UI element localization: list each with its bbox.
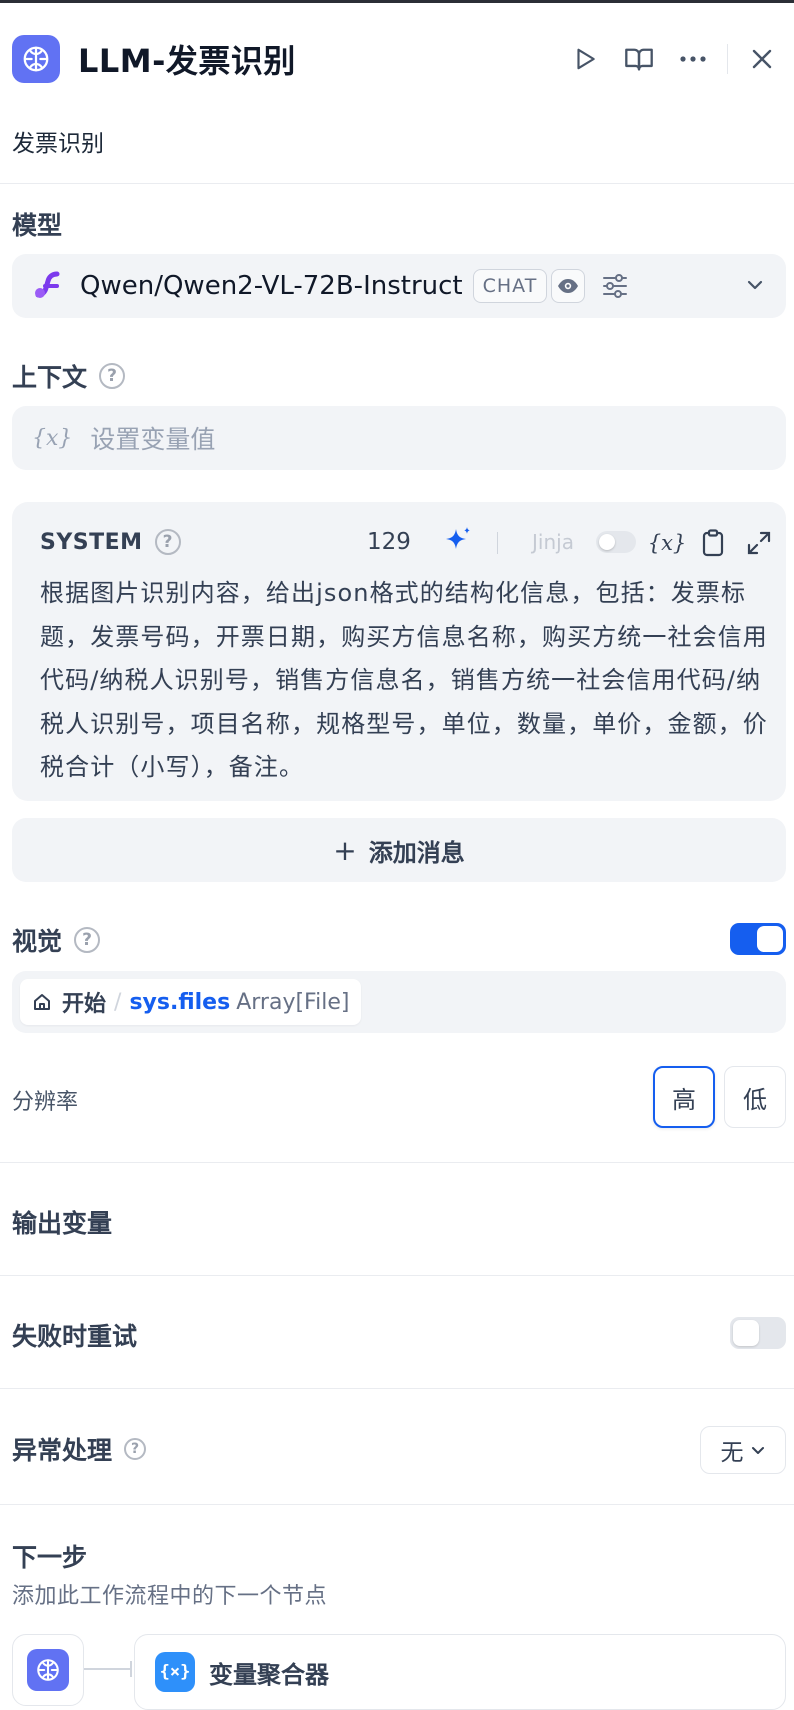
vision-variable-field[interactable]: 开始 / sys.files Array[File] bbox=[12, 971, 786, 1033]
model-params-button[interactable] bbox=[601, 272, 629, 300]
variable-separator: / bbox=[114, 989, 122, 1015]
next-step-subtitle: 添加此工作流程中的下一个节点 bbox=[12, 1584, 328, 1609]
system-prompt-editor: SYSTEM ? 129 Jinja {x} 根据图片识别内容，给出json格式… bbox=[12, 502, 786, 801]
context-placeholder: 设置变量值 bbox=[90, 425, 216, 454]
jinja-toggle[interactable] bbox=[596, 531, 636, 553]
add-message-button[interactable]: + 添加消息 bbox=[12, 818, 786, 882]
system-prompt-text[interactable]: 根据图片识别内容，给出json格式的结构化信息，包括：发票标题，发票号码，开票日… bbox=[40, 572, 770, 790]
next-step-label-text: 下一步 bbox=[12, 1543, 88, 1572]
context-label-text: 上下文 bbox=[12, 363, 88, 392]
chevron-down-icon bbox=[747, 280, 763, 290]
expand-button[interactable] bbox=[742, 526, 776, 560]
output-section-label[interactable]: 输出变量 bbox=[12, 1204, 112, 1240]
more-horizontal-icon bbox=[680, 56, 706, 62]
vision-toggle[interactable] bbox=[730, 923, 786, 955]
current-node-block bbox=[12, 1634, 84, 1706]
error-handling-section-label: 异常处理 ? bbox=[12, 1431, 147, 1467]
variable-aggregator-icon: {×} bbox=[155, 1652, 195, 1692]
run-button[interactable] bbox=[565, 39, 605, 79]
toggle-knob bbox=[757, 926, 783, 952]
sparkle-icon bbox=[446, 527, 470, 549]
play-icon bbox=[577, 48, 595, 70]
jinja-label: Jinja bbox=[532, 530, 574, 554]
model-selector[interactable]: Qwen/Qwen2-VL-72B-Instruct CHAT bbox=[12, 254, 786, 318]
toggle-knob bbox=[599, 534, 615, 550]
next-step-section-label: 下一步 bbox=[12, 1538, 87, 1574]
expand-icon bbox=[747, 531, 771, 555]
sliders-icon bbox=[603, 274, 628, 298]
plus-icon: + bbox=[333, 833, 357, 867]
insert-variable-button[interactable]: {x} bbox=[647, 526, 687, 560]
variable-icon: {x} bbox=[647, 531, 687, 555]
header-divider bbox=[727, 44, 728, 74]
retry-label-text: 失败时重试 bbox=[12, 1322, 138, 1351]
node-connector bbox=[84, 1668, 132, 1670]
help-icon[interactable]: ? bbox=[124, 1438, 147, 1460]
toolbar-divider bbox=[497, 532, 498, 554]
section-divider bbox=[0, 1162, 794, 1163]
chevron-down-icon bbox=[751, 1447, 764, 1454]
vision-capability-badge bbox=[551, 269, 586, 303]
error-handling-label-text: 异常处理 bbox=[12, 1436, 113, 1465]
header-actions bbox=[565, 32, 782, 86]
context-variable-input[interactable]: {x} 设置变量值 bbox=[12, 406, 786, 470]
node-title[interactable]: LLM-发票识别 bbox=[78, 36, 296, 82]
model-label-text: 模型 bbox=[12, 211, 63, 240]
add-message-label: 添加消息 bbox=[368, 838, 465, 867]
variable-type: Array[File] bbox=[236, 989, 350, 1015]
section-divider bbox=[0, 1275, 794, 1276]
toggle-knob bbox=[733, 1320, 759, 1346]
prompt-generator-button[interactable] bbox=[442, 525, 474, 561]
system-prompt-header: SYSTEM ? 129 Jinja {x} bbox=[40, 522, 771, 562]
help-icon[interactable]: ? bbox=[99, 363, 126, 389]
close-icon bbox=[752, 49, 772, 69]
book-open-icon bbox=[625, 48, 653, 71]
brain-icon bbox=[12, 35, 60, 83]
retry-toggle[interactable] bbox=[730, 1317, 786, 1349]
variable-node-name: 开始 bbox=[62, 992, 107, 1017]
panel-header: LLM-发票识别 bbox=[12, 32, 782, 86]
variable-name: sys.files bbox=[129, 989, 231, 1015]
next-node-label: 变量聚合器 bbox=[209, 1660, 329, 1689]
error-handling-select[interactable]: 无 bbox=[700, 1426, 786, 1474]
error-handling-value: 无 bbox=[720, 1440, 744, 1466]
node-description[interactable]: 发票识别 bbox=[12, 124, 104, 158]
vision-label-text: 视觉 bbox=[12, 927, 63, 956]
output-label-text: 输出变量 bbox=[12, 1209, 113, 1238]
resolution-low-button[interactable]: 低 bbox=[724, 1066, 786, 1128]
node-connector-end bbox=[130, 1661, 132, 1677]
siliconflow-logo-icon bbox=[35, 271, 60, 298]
retry-section-label: 失败时重试 bbox=[12, 1317, 137, 1353]
clipboard-icon bbox=[702, 529, 724, 557]
mode-badge: CHAT bbox=[472, 269, 548, 303]
help-icon[interactable]: ? bbox=[154, 529, 181, 555]
section-divider bbox=[0, 1388, 794, 1389]
home-icon bbox=[34, 994, 50, 1010]
model-name: Qwen/Qwen2-VL-72B-Instruct bbox=[80, 271, 463, 301]
section-divider bbox=[0, 183, 794, 184]
eye-icon bbox=[558, 279, 579, 293]
system-role-label: SYSTEM bbox=[40, 529, 143, 555]
more-button[interactable] bbox=[673, 39, 713, 79]
copy-button[interactable] bbox=[696, 526, 730, 560]
window-top-border bbox=[0, 0, 794, 3]
help-icon[interactable]: ? bbox=[74, 927, 101, 953]
vision-section-label: 视觉 ? bbox=[12, 922, 101, 958]
model-section-label: 模型 bbox=[12, 206, 62, 242]
char-count: 129 bbox=[367, 529, 411, 555]
variable-chip[interactable]: 开始 / sys.files Array[File] bbox=[20, 979, 362, 1025]
context-section-label: 上下文 ? bbox=[12, 358, 126, 394]
section-divider bbox=[0, 1504, 794, 1505]
resolution-high-button[interactable]: 高 bbox=[653, 1066, 715, 1128]
close-button[interactable] bbox=[742, 39, 782, 79]
variable-icon: {x} bbox=[32, 425, 73, 451]
brain-icon bbox=[27, 1649, 69, 1691]
docs-button[interactable] bbox=[619, 39, 659, 79]
next-node-variable-aggregator[interactable]: {×} 变量聚合器 bbox=[134, 1634, 786, 1710]
resolution-label: 分辨率 bbox=[12, 1090, 79, 1115]
